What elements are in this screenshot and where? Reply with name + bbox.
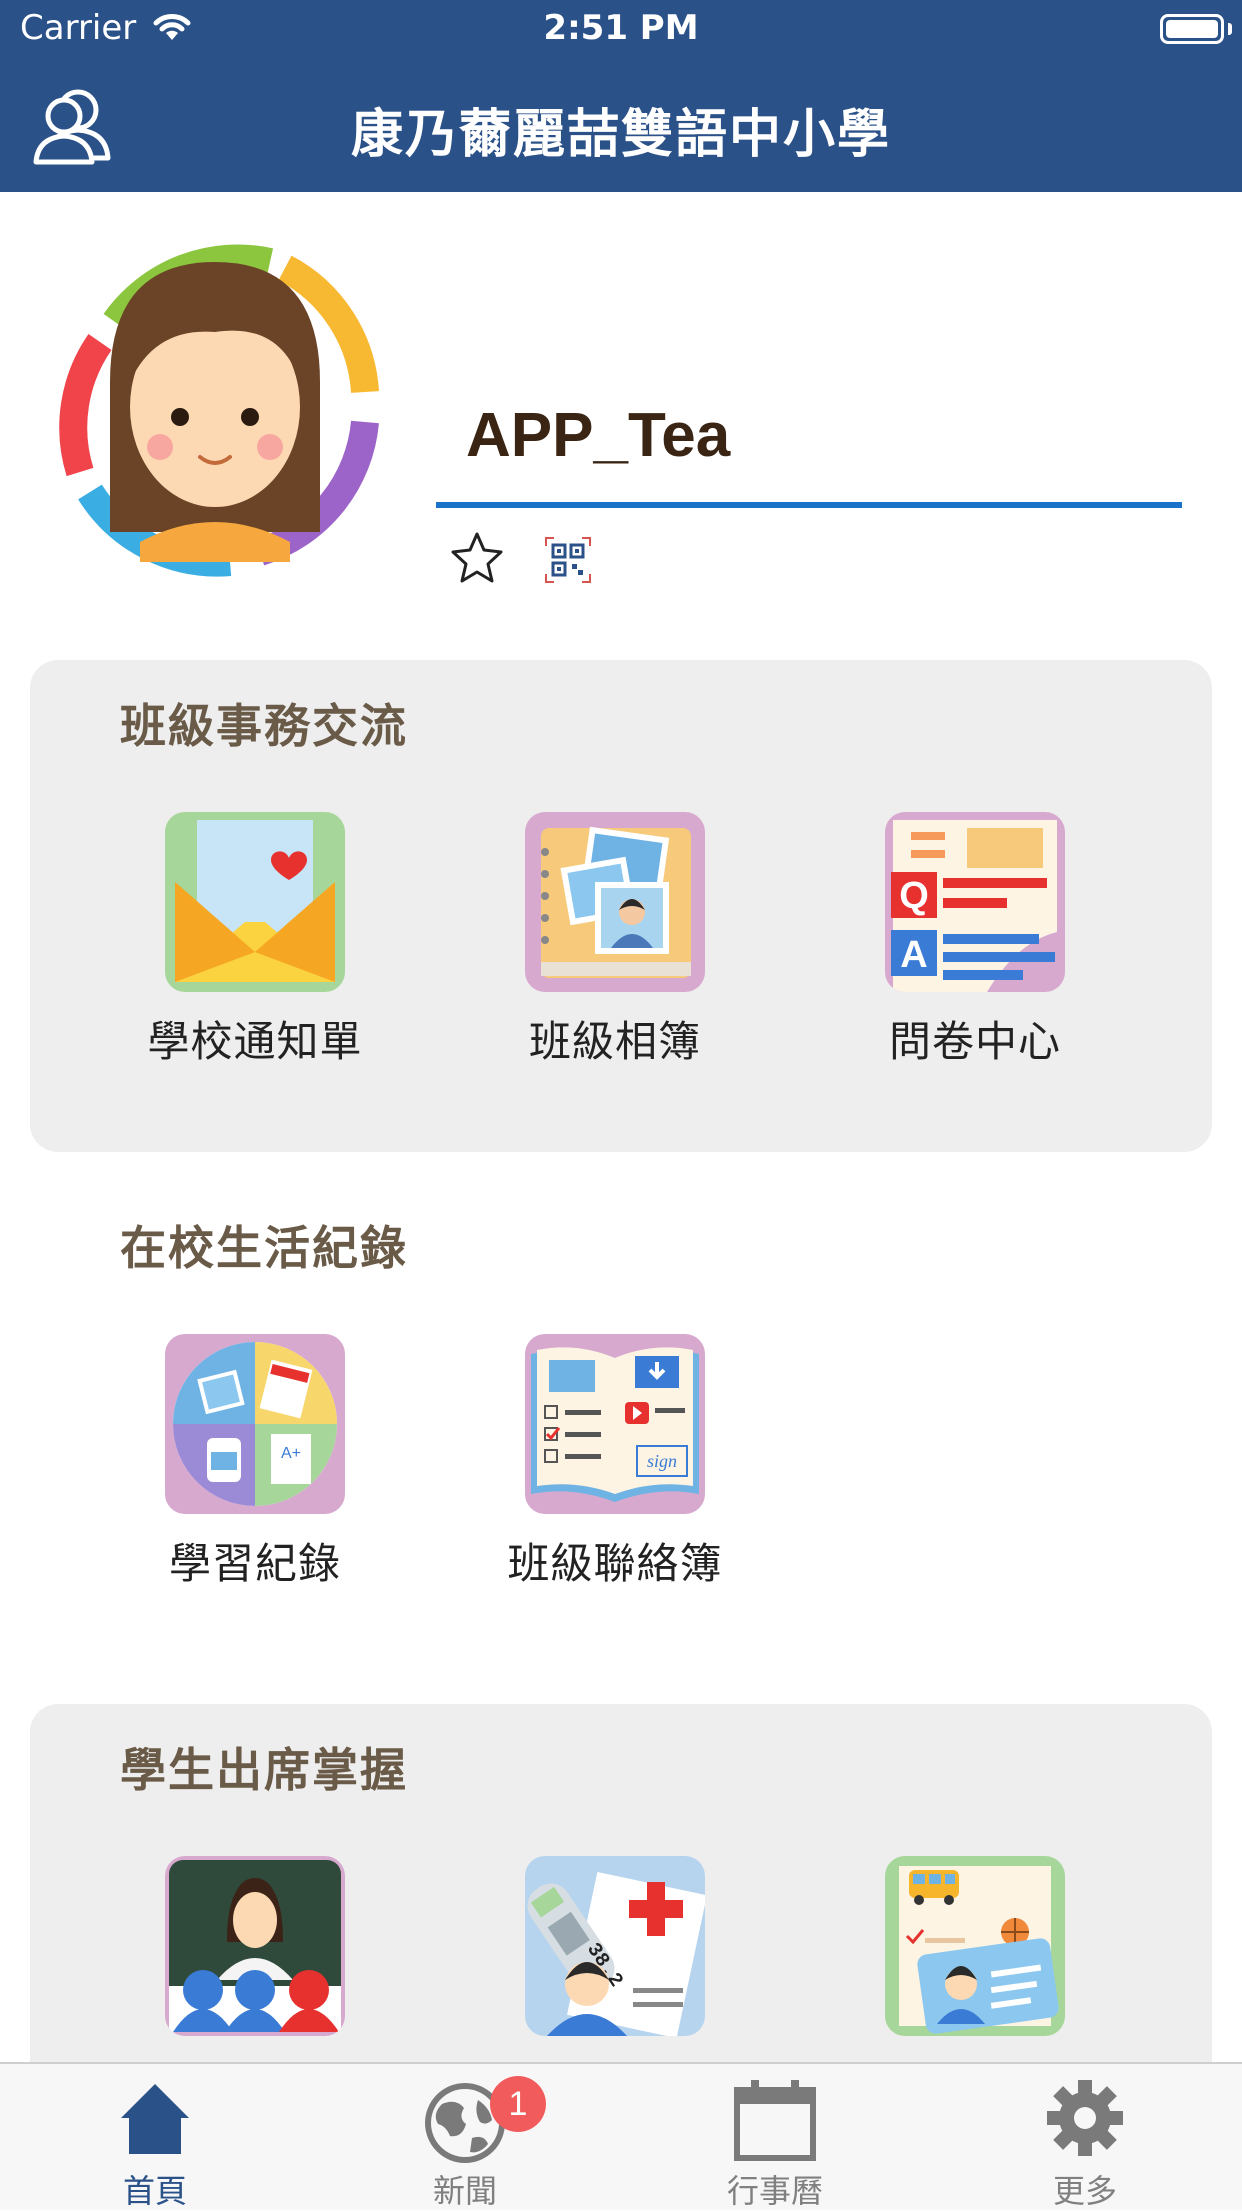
battery-icon xyxy=(1160,14,1224,44)
tile-class-album[interactable]: 班級相簿 xyxy=(495,812,735,1069)
home-icon xyxy=(121,2084,189,2154)
tile-attendance-teacher[interactable] xyxy=(135,1856,375,2052)
section-title: 班級事務交流 xyxy=(120,699,408,753)
tab-label: 首頁 xyxy=(122,2172,187,2210)
tile-label: 學習紀錄 xyxy=(168,1539,341,1588)
contact-book-icon: sign xyxy=(525,1334,705,1514)
health-thermometer-icon: 38.2 xyxy=(525,1856,705,2036)
svg-text:A: A xyxy=(900,934,927,976)
notification-badge: 1 xyxy=(490,2076,546,2132)
svg-text:sign: sign xyxy=(647,1451,677,1471)
nav-bar: 康乃薾麗喆雙語中小學 xyxy=(0,62,1242,192)
tab-calendar[interactable]: 行事曆 xyxy=(620,2064,930,2210)
tab-label: 行事曆 xyxy=(726,2172,823,2210)
tile-attendance-health[interactable]: 38.2 xyxy=(495,1856,735,2052)
tile-label: 班級聯絡簿 xyxy=(507,1539,723,1588)
school-title: 康乃薾麗喆雙語中小學 xyxy=(350,105,891,165)
tab-label: 新聞 xyxy=(432,2172,497,2210)
learning-record-icon: A+ xyxy=(165,1334,345,1514)
svg-text:Q: Q xyxy=(899,875,929,917)
tile-attendance-id[interactable] xyxy=(855,1856,1095,2052)
calendar-icon xyxy=(734,2080,816,2161)
tile-label: 學校通知單 xyxy=(147,1017,363,1066)
username-underline xyxy=(436,502,1182,508)
section-title: 學生出席掌握 xyxy=(120,1743,408,1797)
star-icon[interactable] xyxy=(448,530,506,588)
notice-envelope-icon xyxy=(165,812,345,992)
class-album-icon xyxy=(525,812,705,992)
qr-code-icon[interactable] xyxy=(544,536,592,584)
gear-icon xyxy=(1047,2080,1123,2156)
tile-school-notice[interactable]: 學校通知單 xyxy=(135,812,375,1069)
student-id-card-icon xyxy=(885,1856,1065,2036)
tile-label: 班級相簿 xyxy=(528,1017,701,1066)
avatar[interactable] xyxy=(40,232,390,582)
survey-qa-icon: Q A xyxy=(885,812,1065,992)
tab-label: 更多 xyxy=(1052,2172,1117,2210)
tab-more[interactable]: 更多 xyxy=(930,2064,1240,2210)
tab-news[interactable]: 1 新聞 xyxy=(310,2064,620,2210)
tab-home[interactable]: 首頁 xyxy=(0,2064,310,2210)
status-bar: Carrier 2:51 PM xyxy=(0,0,1242,62)
tile-label: 問卷中心 xyxy=(888,1017,1061,1066)
svg-text:A+: A+ xyxy=(281,1445,301,1462)
tile-survey-center[interactable]: Q A 問卷中心 xyxy=(855,812,1095,1069)
clock: 2:51 PM xyxy=(543,8,699,48)
username: APP_Tea xyxy=(466,401,731,470)
section-title: 在校生活紀錄 xyxy=(120,1221,408,1275)
teacher-class-icon xyxy=(165,1856,345,2036)
tab-bar: 首頁 1 新聞 行事曆 更多 xyxy=(0,2062,1242,2210)
tile-contact-book[interactable]: sign 班級聯絡簿 xyxy=(495,1334,735,1591)
tile-learning-record[interactable]: A+ 學習紀錄 xyxy=(135,1334,375,1591)
battery-tip xyxy=(1228,23,1232,35)
